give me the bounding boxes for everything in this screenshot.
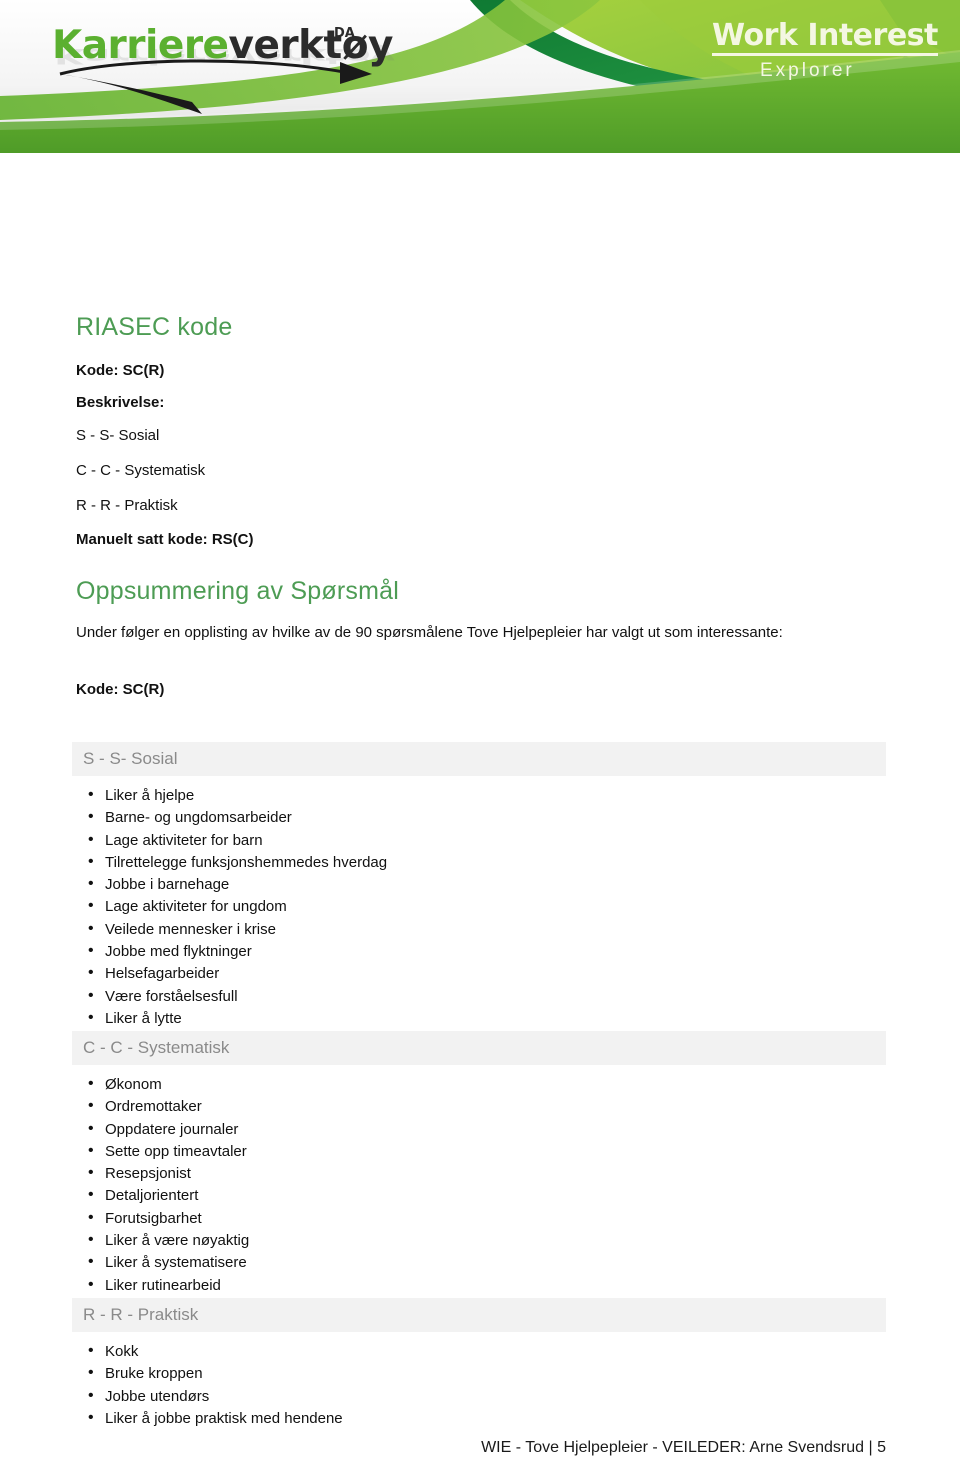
list-item: Være forståelsesfull [72, 985, 886, 1008]
category-header-systematisk: C - C - Systematisk [72, 1031, 886, 1065]
work-interest-explorer-title: Work Interest Explorer [712, 20, 960, 82]
product-subtitle: Explorer [760, 59, 855, 81]
page-footer: WIE - Tove Hjelpepleier - VEILEDER: Arne… [481, 1439, 886, 1456]
category-list-systematisk: Økonom Ordremottaker Oppdatere journaler… [72, 1065, 886, 1297]
riasec-code-line: Kode: SC(R) [76, 362, 165, 379]
summary-code-line: Kode: SC(R) [76, 681, 165, 698]
list-item: Økonom [72, 1073, 886, 1096]
category-header-praktisk: R - R - Praktisk [72, 1298, 886, 1332]
category-block-systematisk: C - C - Systematisk Økonom Ordremottaker… [72, 1031, 886, 1297]
riasec-manual-code-line: Manuelt satt kode: RS(C) [76, 531, 254, 548]
logo-arrow-icon [59, 59, 372, 114]
category-block-praktisk: R - R - Praktisk Kokk Bruke kroppen Jobb… [72, 1298, 886, 1430]
page-header-banner: Karriereverktøy Karriereverktøy DA Work … [0, 0, 960, 153]
list-item: Jobbe i barnehage [72, 873, 886, 896]
category-header-sosial: S - S- Sosial [72, 742, 886, 776]
list-item: Liker å systematisere [72, 1251, 886, 1274]
list-item: Liker rutinearbeid [72, 1274, 886, 1297]
list-item: Liker å lytte [72, 1007, 886, 1030]
list-item: Ordremottaker [72, 1095, 886, 1118]
category-block-sosial: S - S- Sosial Liker å hjelpe Barne- og u… [72, 742, 886, 1030]
category-list-sosial: Liker å hjelpe Barne- og ungdomsarbeider… [72, 776, 886, 1030]
list-item: Lage aktiviteter for ungdom [72, 895, 886, 918]
riasec-description-item: C - C - Systematisk [76, 462, 206, 479]
riasec-description-item: R - R - Praktisk [76, 497, 178, 514]
list-item: Tilrettelegge funksjonshemmedes hverdag [72, 851, 886, 874]
list-item: Kokk [72, 1340, 886, 1363]
list-item: Oppdatere journaler [72, 1118, 886, 1141]
list-item: Helsefagarbeider [72, 962, 886, 985]
karriereverktoy-logo: Karriereverktøy Karriereverktøy DA [52, 20, 395, 114]
summary-intro-paragraph: Under følger en opplisting av hvilke av … [76, 624, 783, 641]
list-item: Barne- og ungdomsarbeider [72, 806, 886, 829]
product-title: Work Interest [712, 20, 938, 56]
list-item: Liker å jobbe praktisk med hendene [72, 1407, 886, 1430]
riasec-description-item: S - S- Sosial [76, 427, 160, 444]
list-item: Lage aktiviteter for barn [72, 829, 886, 852]
riasec-section-heading: RIASEC kode [76, 313, 233, 341]
logo-superscript-da: DA [334, 26, 355, 41]
list-item: Forutsigbarhet [72, 1207, 886, 1230]
riasec-description-label: Beskrivelse: [76, 394, 165, 411]
list-item: Veilede mennesker i krise [72, 918, 886, 941]
list-item: Bruke kroppen [72, 1362, 886, 1385]
list-item: Jobbe utendørs [72, 1385, 886, 1408]
list-item: Sette opp timeavtaler [72, 1140, 886, 1163]
list-item: Resepsjonist [72, 1162, 886, 1185]
category-list-praktisk: Kokk Bruke kroppen Jobbe utendørs Liker … [72, 1332, 886, 1430]
list-item: Jobbe med flyktninger [72, 940, 886, 963]
list-item: Liker å være nøyaktig [72, 1229, 886, 1252]
list-item: Liker å hjelpe [72, 784, 886, 807]
summary-section-heading: Oppsummering av Spørsmål [76, 577, 399, 605]
list-item: Detaljorientert [72, 1184, 886, 1207]
